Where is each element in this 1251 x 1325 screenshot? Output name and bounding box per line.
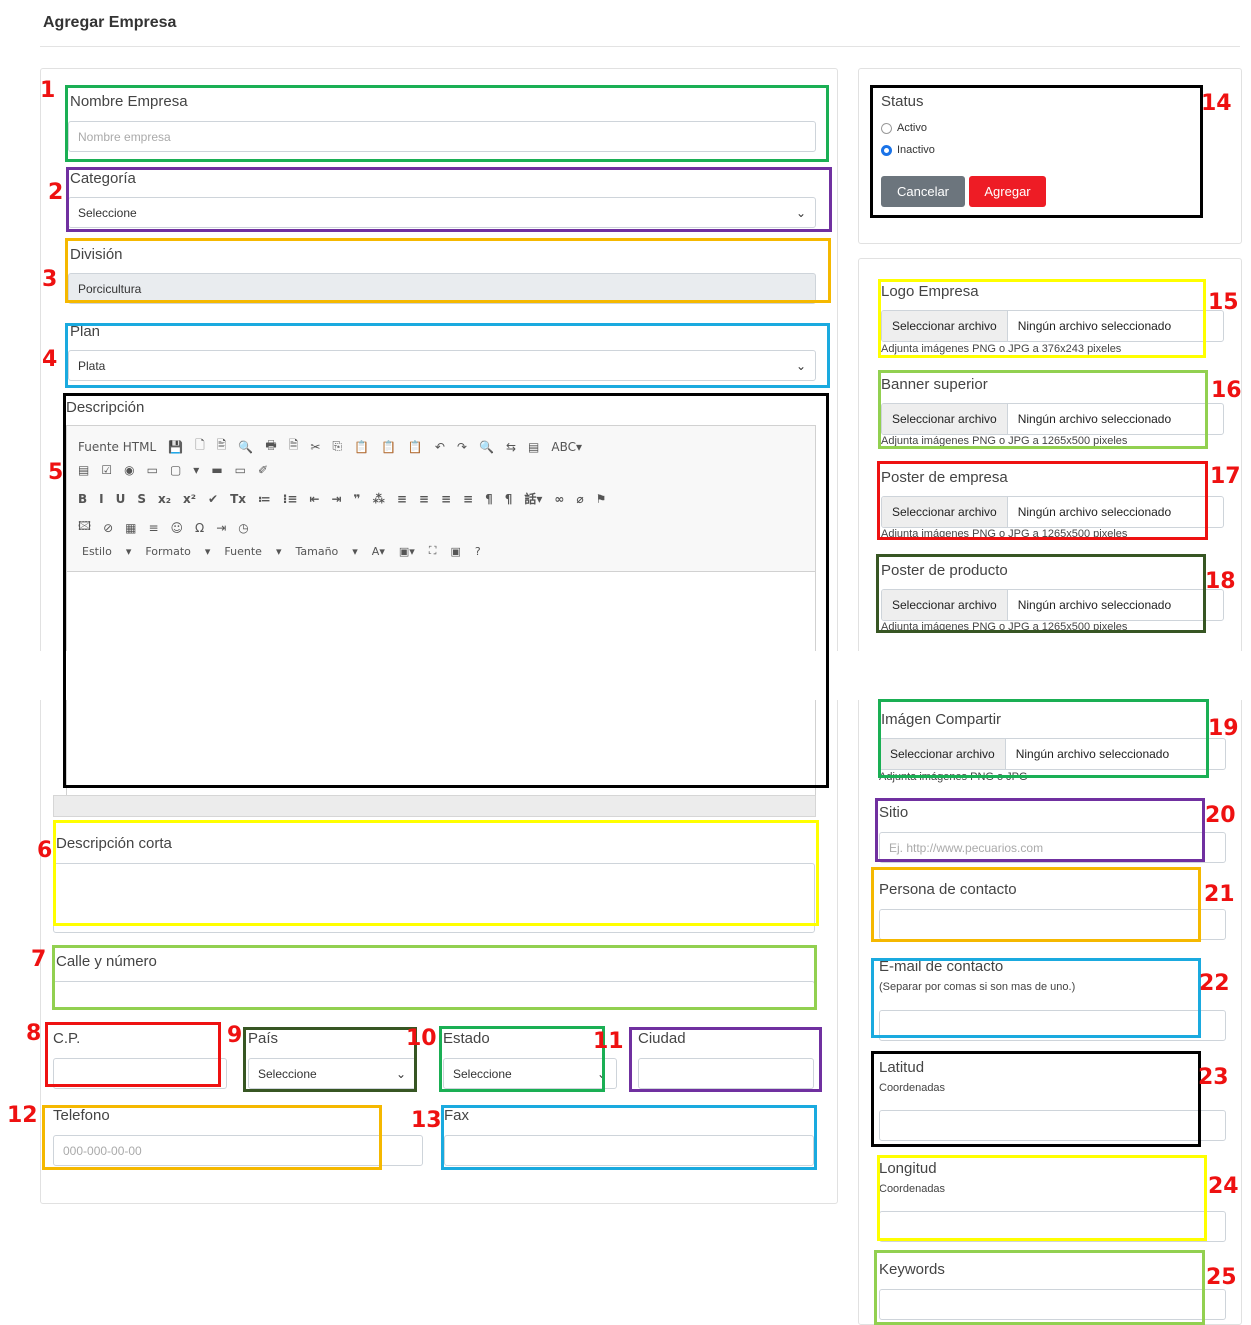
annotation-number: 20	[1205, 803, 1236, 828]
annotation-box-2	[66, 167, 832, 232]
annotation-box-21	[871, 867, 1201, 942]
annotation-box-14	[870, 85, 1203, 218]
annotation-number: 4	[42, 347, 58, 372]
page-title: Agregar Empresa	[43, 14, 177, 31]
annotation-number: 24	[1208, 1174, 1239, 1199]
annotation-number: 5	[48, 460, 64, 485]
annotation-number: 14	[1201, 91, 1232, 116]
annotation-box-6	[53, 820, 819, 926]
annotation-number: 19	[1208, 716, 1239, 741]
annotation-box-11	[629, 1027, 822, 1092]
annotation-number: 13	[411, 1108, 442, 1133]
annotation-box-18	[876, 554, 1206, 633]
annotation-number: 17	[1210, 464, 1241, 489]
annotation-box-19	[878, 699, 1209, 778]
annotation-number: 10	[406, 1026, 437, 1051]
annotation-box-1	[65, 85, 829, 162]
annotation-box-25	[874, 1250, 1205, 1325]
annotation-box-20	[875, 798, 1205, 862]
annotation-number: 8	[26, 1021, 42, 1046]
annotation-box-5	[63, 393, 829, 788]
annotation-number: 21	[1204, 882, 1235, 907]
annotation-number: 25	[1206, 1265, 1237, 1290]
editor-statusbar	[53, 795, 816, 817]
annotation-number: 18	[1205, 569, 1236, 594]
annotation-box-23	[871, 1051, 1201, 1147]
annotation-box-12	[42, 1105, 382, 1170]
annotation-number: 9	[227, 1023, 243, 1048]
annotation-box-8	[45, 1022, 221, 1087]
annotation-box-9	[243, 1027, 417, 1092]
annotation-number: 11	[593, 1029, 624, 1054]
annotation-number: 16	[1211, 378, 1242, 403]
annotation-number: 7	[31, 947, 47, 972]
annotation-box-13	[441, 1105, 817, 1170]
annotation-number: 3	[42, 267, 58, 292]
annotation-number: 2	[48, 180, 64, 205]
annotation-number: 15	[1208, 290, 1239, 315]
annotation-number: 1	[40, 78, 56, 103]
annotation-box-22	[871, 958, 1201, 1038]
annotation-number: 12	[7, 1103, 38, 1128]
annotation-box-24	[877, 1155, 1207, 1241]
annotation-number: 23	[1198, 1065, 1229, 1090]
annotation-box-15	[878, 279, 1206, 358]
annotation-box-10	[439, 1026, 605, 1092]
annotation-box-16	[878, 370, 1208, 449]
annotation-box-7	[52, 945, 817, 1010]
annotation-number: 22	[1199, 971, 1230, 996]
annotation-box-4	[65, 323, 830, 388]
annotation-box-3	[65, 238, 831, 303]
annotation-box-17	[877, 461, 1208, 540]
annotation-number: 6	[37, 838, 53, 863]
divider	[40, 46, 1240, 47]
